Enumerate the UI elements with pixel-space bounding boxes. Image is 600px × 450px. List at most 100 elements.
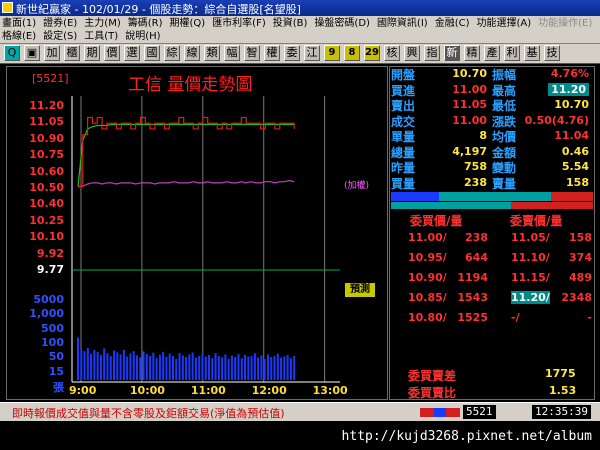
menu-row-2: 格線(E) 設定(S) 工具(T) 說明(H) <box>2 29 168 42</box>
price-tick-label: 10.50 <box>29 181 64 194</box>
quote-label-left: 賣出 <box>391 99 416 113</box>
toolbar-button-0[interactable]: Q <box>4 45 20 61</box>
quote-label-left: 買量 <box>391 176 416 191</box>
ratio-value: 1.53 <box>549 384 577 397</box>
menu-row1-item-8[interactable]: 國際資訊(I) <box>377 17 428 30</box>
sell-volume: 2348 <box>561 291 592 304</box>
price-tick-label: 10.10 <box>29 230 64 244</box>
menu-row1-item-4[interactable]: 期權(Q) <box>170 17 206 30</box>
menu-row1-item-7[interactable]: 操盤密碼(D) <box>314 17 370 30</box>
toolbar-button-24[interactable]: 產 <box>484 45 500 61</box>
toolbar-button-5[interactable]: 價 <box>104 45 120 61</box>
toolbar: Q ▣ 加櫃期價選國綜線類幅智權委江 9 8 29 核興指新精產利基技 <box>0 44 600 64</box>
menu-row1-item-9[interactable]: 金融(C) <box>435 17 470 30</box>
status-bar: 即時報價成交值與量不含零股及鉅額交易(淨值為預估值) 5521 12:35:39 <box>0 402 600 421</box>
quote-value-left: 4,197 <box>452 144 487 158</box>
toolbar-button-21[interactable]: 指 <box>424 45 440 61</box>
volume-tick-label: 15 <box>48 364 64 378</box>
toolbar-button-27[interactable]: 技 <box>544 45 560 61</box>
menu-row2-item-0[interactable]: 格線(E) <box>2 30 36 43</box>
quote-value-right: 11.04 <box>554 129 589 142</box>
menu-bar: 畫面(1) 證券(E) 主力(M) 籌碼(R) 期權(Q) 匯市利率(F) 投資(B) 操盤密… <box>0 16 600 44</box>
buy-price: 10.85/ <box>408 291 447 304</box>
toolbar-button-20[interactable]: 興 <box>404 45 420 61</box>
index-label: (加權) <box>344 181 370 191</box>
sell-price: 11.15/ <box>511 271 550 284</box>
sell-price: 11.20/ <box>511 291 550 304</box>
quote-label-right: 變動 <box>492 161 517 175</box>
menu-row1-item-11[interactable]: 功能操作(E) <box>538 17 592 30</box>
sell-price: 11.10/ <box>511 251 550 264</box>
toolbar-button-17[interactable]: 8 <box>344 45 360 61</box>
menu-row-1: 畫面(1) 證券(E) 主力(M) 籌碼(R) 期權(Q) 匯市利率(F) 投資(B) 操盤密… <box>2 16 599 29</box>
toolbar-button-9[interactable]: 線 <box>184 45 200 61</box>
menu-row2-item-2[interactable]: 工具(T) <box>84 30 118 43</box>
toolbar-button-14[interactable]: 委 <box>284 45 300 61</box>
toolbar-button-7[interactable]: 國 <box>144 45 160 61</box>
toolbar-button-25[interactable]: 利 <box>504 45 520 61</box>
sell-volume: 158 <box>569 231 592 244</box>
toolbar-button-6[interactable]: 選 <box>124 45 140 61</box>
quote-label-left: 單量 <box>391 130 416 144</box>
toolbar-button-16[interactable]: 9 <box>324 45 340 61</box>
menu-row1-item-5[interactable]: 匯市利率(F) <box>212 17 266 30</box>
quote-label-right: 最高 <box>492 83 517 98</box>
toolbar-button-8[interactable]: 綜 <box>164 45 180 61</box>
toolbar-button-19[interactable]: 核 <box>384 45 400 61</box>
price-tick-label: 11.20 <box>29 99 64 112</box>
buy-price: 10.80/ <box>408 311 447 324</box>
sell-price: 11.05/ <box>511 231 550 244</box>
toolbar-button-22[interactable]: 新 <box>444 45 460 61</box>
status-stock-code[interactable]: 5521 <box>463 405 496 419</box>
time-tick-label: 10:00 <box>129 384 165 397</box>
toolbar-button-18[interactable]: 29 <box>364 45 380 61</box>
quote-value-left: 11.00 <box>452 82 487 96</box>
quote-value-right: 0.46 <box>561 144 589 158</box>
buy-volume: 1194 <box>457 271 488 284</box>
volume-tick-label: 500 <box>41 321 64 335</box>
quote-value-left: 758 <box>464 160 487 173</box>
status-clock: 12:35:39 <box>532 405 591 419</box>
menu-row2-item-1[interactable]: 設定(S) <box>43 30 77 43</box>
toolbar-button-11[interactable]: 幅 <box>224 45 240 61</box>
sell-volume: - <box>587 311 592 324</box>
buy-price: 10.95/ <box>408 251 447 264</box>
preview-button[interactable]: 預測 <box>345 283 375 297</box>
toolbar-button-1[interactable]: ▣ <box>24 45 40 61</box>
menu-row1-item-10[interactable]: 功能選擇(A) <box>477 17 532 30</box>
sell-volume: 374 <box>569 251 592 264</box>
menu-row1-item-6[interactable]: 投資(B) <box>273 17 308 30</box>
price-tick-label: 9.92 <box>36 246 64 260</box>
price-tick-label: 10.75 <box>29 148 64 162</box>
sell-price: -/ <box>511 311 520 324</box>
quote-value-right: 158 <box>566 175 589 189</box>
toolbar-button-23[interactable]: 精 <box>464 45 480 61</box>
quote-value-right: 0.50(4.76) <box>524 113 589 127</box>
price-tick-label: 10.90 <box>29 131 64 145</box>
toolbar-button-12[interactable]: 智 <box>244 45 260 61</box>
watermark-area: http://kujd3268.pixnet.net/album <box>0 421 600 450</box>
quote-label-left: 昨量 <box>391 161 416 175</box>
menu-row2-item-3[interactable]: 說明(H) <box>125 30 160 43</box>
toolbar-button-10[interactable]: 類 <box>204 45 220 61</box>
toolbar-button-3[interactable]: 櫃 <box>64 45 80 61</box>
buy-header: 委買價/量 <box>410 214 463 228</box>
buy-sell-ratio-bar <box>391 192 593 201</box>
quote-label-right: 金額 <box>492 145 517 160</box>
buy-volume: 644 <box>465 251 488 264</box>
price-tick-label: 9.77 <box>36 263 64 276</box>
quote-value-left: 10.70 <box>452 67 487 80</box>
toolbar-button-26[interactable]: 基 <box>524 45 540 61</box>
price-tick-label: 10.40 <box>29 197 64 211</box>
ratio-label: 委買賣比 <box>408 386 457 400</box>
toolbar-button-15[interactable]: 江 <box>304 45 320 61</box>
toolbar-button-13[interactable]: 權 <box>264 45 280 61</box>
quote-value-right: 11.20 <box>548 82 589 96</box>
toolbar-button-4[interactable]: 期 <box>84 45 100 61</box>
diff-label: 委買賣差 <box>408 369 457 383</box>
toolbar-button-2[interactable]: 加 <box>44 45 60 61</box>
title-bar: 新世紀贏家 - 102/01/29 - 個股走勢：綜合自選股[名望股] <box>0 0 600 16</box>
quote-label-right: 最低 <box>492 99 517 113</box>
quote-value-right: 10.70 <box>554 98 589 111</box>
buy-price: 11.00/ <box>408 231 447 244</box>
